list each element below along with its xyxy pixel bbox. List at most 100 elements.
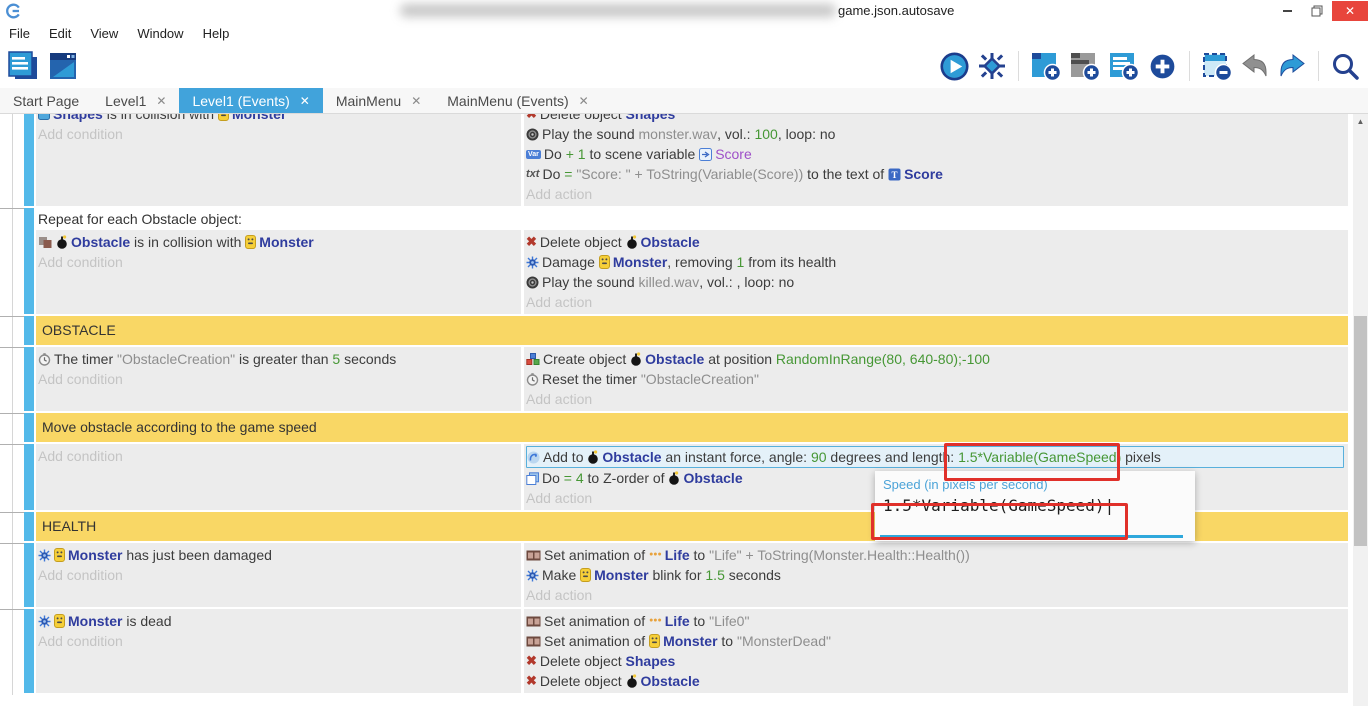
event-gutter xyxy=(0,208,24,314)
event-handle-bar[interactable] xyxy=(24,609,34,693)
add-condition-button[interactable]: Add condition xyxy=(38,565,517,585)
repeat-header[interactable]: Repeat for each Obstacle object: xyxy=(36,208,1348,230)
action-line[interactable]: txtDo = "Score: " + ToString(Variable(Sc… xyxy=(526,164,1344,184)
add-new-icon[interactable] xyxy=(1147,51,1178,82)
tab-mainmenu[interactable]: MainMenu ✕ xyxy=(323,88,434,113)
shapes-icon xyxy=(38,114,50,120)
add-condition-button[interactable]: Add condition xyxy=(38,631,517,651)
condition-line[interactable]: Shapes is in collision with Monster xyxy=(38,114,517,124)
event-handle-bar[interactable] xyxy=(24,543,34,607)
comment-bar[interactable]: Move obstacle according to the game spee… xyxy=(36,413,1348,442)
add-event-icon[interactable] xyxy=(1030,50,1062,82)
event-handle-bar[interactable] xyxy=(24,208,34,314)
tab-mainmenu-events[interactable]: MainMenu (Events) ✕ xyxy=(434,88,601,113)
tab-start-page[interactable]: Start Page xyxy=(0,88,92,113)
monster-icon xyxy=(54,614,65,628)
play-icon[interactable] xyxy=(939,51,970,82)
add-condition-button[interactable]: Add condition xyxy=(38,124,517,144)
condition-line[interactable]: The timer "ObstacleCreation" is greater … xyxy=(38,349,517,369)
action-line[interactable]: ✖Delete object Obstacle xyxy=(526,671,1344,691)
add-action-button[interactable]: Add action xyxy=(526,292,1344,312)
tab-close-icon[interactable]: ✕ xyxy=(411,94,421,108)
menu-help[interactable]: Help xyxy=(203,26,230,41)
event-handle-bar[interactable] xyxy=(24,347,34,411)
menu-file[interactable]: File xyxy=(9,26,30,41)
event-handle-bar[interactable] xyxy=(24,114,34,206)
condition-line[interactable]: Monster has just been damaged xyxy=(38,545,517,565)
conditions-cell: Monster is deadAdd condition xyxy=(36,609,521,693)
search-icon[interactable] xyxy=(1330,51,1360,81)
menu-window[interactable]: Window xyxy=(137,26,183,41)
add-action-button[interactable]: Add action xyxy=(526,389,1344,409)
annotation-red-box-input xyxy=(871,503,1128,540)
scrollbar-thumb[interactable] xyxy=(1354,316,1367,546)
action-line[interactable]: Set animation of Monster to "MonsterDead… xyxy=(526,631,1344,651)
obstacle-icon xyxy=(587,450,599,464)
add-subevent-icon[interactable] xyxy=(1069,50,1101,82)
scroll-up-icon[interactable]: ▲ xyxy=(1353,117,1368,126)
action-line[interactable]: Play the sound killed.wav, vol.: , loop:… xyxy=(526,272,1344,292)
menu-edit[interactable]: Edit xyxy=(49,26,71,41)
project-manager-icon[interactable] xyxy=(6,50,40,82)
event-block: Monster is deadAdd conditionSet animatio… xyxy=(0,609,1353,693)
action-line[interactable]: Add to Obstacle an instant force, angle:… xyxy=(526,446,1344,468)
remove-event-icon[interactable] xyxy=(1201,50,1233,82)
add-action-button[interactable]: Add action xyxy=(526,184,1344,204)
add-action-button[interactable]: Add action xyxy=(526,585,1344,605)
tab-close-icon[interactable]: ✕ xyxy=(579,94,589,108)
condition-line[interactable]: Monster is dead xyxy=(38,611,517,631)
collision-icon xyxy=(38,236,53,249)
tab-level1[interactable]: Level1✕ xyxy=(92,88,179,113)
add-condition-button[interactable]: Add condition xyxy=(38,446,517,466)
add-comment-icon[interactable] xyxy=(1108,50,1140,82)
window-title: game.json.autosave xyxy=(838,3,954,18)
tab-close-icon[interactable]: ✕ xyxy=(300,94,310,108)
delete-icon: ✖ xyxy=(526,671,537,691)
action-line[interactable]: ✖Delete object Obstacle xyxy=(526,232,1344,252)
maximize-button[interactable] xyxy=(1302,1,1332,21)
life-icon: ●●● xyxy=(649,611,662,631)
add-condition-button[interactable]: Add condition xyxy=(38,252,517,272)
action-line[interactable]: Create object Obstacle at position Rando… xyxy=(526,349,1344,369)
event-gutter xyxy=(0,512,24,541)
monster-icon xyxy=(54,548,65,562)
tab-label: MainMenu (Events) xyxy=(447,93,568,109)
action-line[interactable]: Set animation of ●●●Life to "Life0" xyxy=(526,611,1344,631)
event-handle-bar[interactable] xyxy=(24,444,34,510)
close-button[interactable]: ✕ xyxy=(1332,1,1368,21)
toolbar-right-group xyxy=(939,50,1360,82)
delete-icon: ✖ xyxy=(526,232,537,252)
tab-close-icon[interactable]: ✕ xyxy=(156,94,166,108)
action-line[interactable]: Play the sound monster.wav, vol.: 100, l… xyxy=(526,124,1344,144)
monster-icon xyxy=(218,114,229,121)
damage-icon xyxy=(526,569,539,582)
scene-window-icon[interactable] xyxy=(47,50,79,82)
debug-icon[interactable] xyxy=(977,51,1007,81)
event-handle-bar[interactable] xyxy=(24,512,34,541)
action-line[interactable]: Damage Monster, removing 1 from its heal… xyxy=(526,252,1344,272)
redo-icon[interactable] xyxy=(1277,51,1307,81)
tab-label: MainMenu xyxy=(336,93,401,109)
action-line[interactable]: VarDo + 1 to scene variable Score xyxy=(526,144,1344,164)
add-condition-button[interactable]: Add condition xyxy=(38,369,517,389)
annotation-red-box-expression xyxy=(944,443,1120,481)
action-line[interactable]: ✖Delete object Shapes xyxy=(526,114,1344,124)
menu-view[interactable]: View xyxy=(90,26,118,41)
event-gutter xyxy=(0,609,24,693)
comment-bar[interactable]: OBSTACLE xyxy=(36,316,1348,345)
actions-cell: Set animation of ●●●Life to "Life0"Set a… xyxy=(524,609,1348,693)
tab-level1-events[interactable]: Level1 (Events)✕ xyxy=(179,88,322,113)
action-line[interactable]: ✖Delete object Shapes xyxy=(526,651,1344,671)
action-line[interactable]: Make Monster blink for 1.5 seconds xyxy=(526,565,1344,585)
undo-icon[interactable] xyxy=(1240,51,1270,81)
delete-icon: ✖ xyxy=(526,651,537,671)
condition-line[interactable]: Obstacle is in collision with Monster xyxy=(38,232,517,252)
vertical-scrollbar[interactable]: ▲ xyxy=(1353,114,1368,706)
minimize-button[interactable] xyxy=(1272,1,1302,21)
anim-icon xyxy=(526,616,541,627)
action-line[interactable]: Reset the timer "ObstacleCreation" xyxy=(526,369,1344,389)
obstacle-icon xyxy=(626,674,638,688)
event-handle-bar[interactable] xyxy=(24,316,34,345)
event-handle-bar[interactable] xyxy=(24,413,34,442)
action-line[interactable]: Set animation of ●●●Life to "Life" + ToS… xyxy=(526,545,1344,565)
